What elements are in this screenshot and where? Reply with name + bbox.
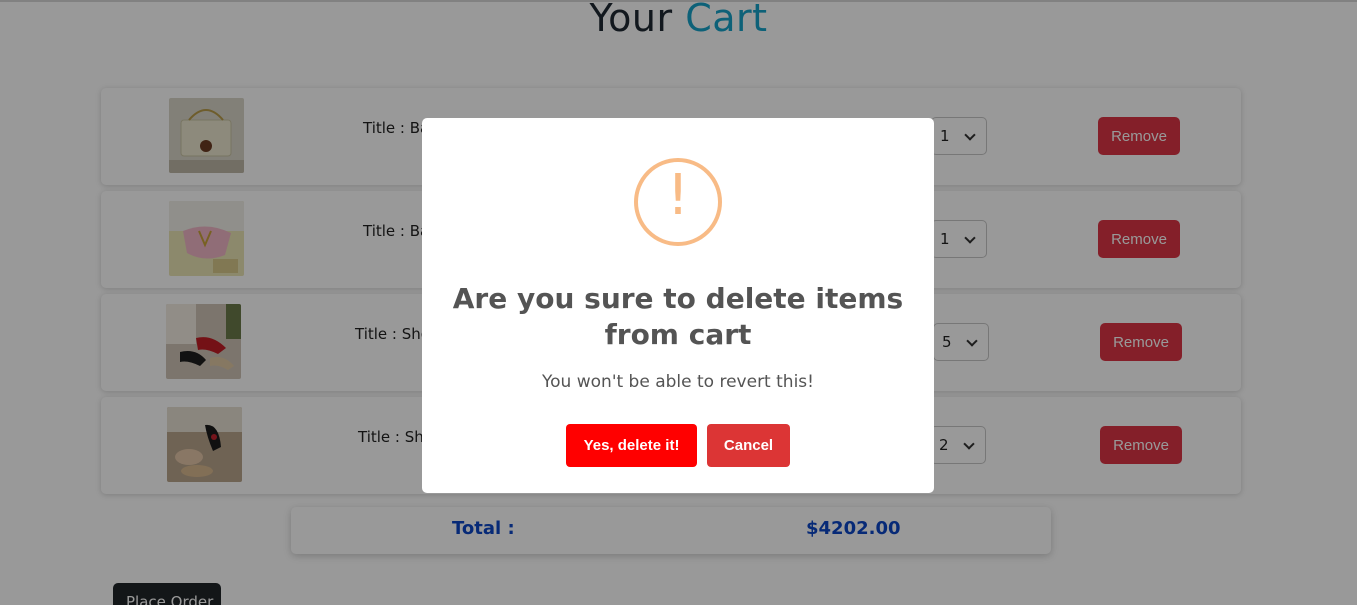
confirm-delete-button[interactable]: Yes, delete it! (566, 424, 697, 467)
cancel-button[interactable]: Cancel (707, 424, 790, 467)
exclamation-mark: ! (666, 163, 690, 228)
confirm-dialog: ! Are you sure to delete items from cart… (422, 118, 934, 493)
dialog-title: Are you sure to delete items from cart (452, 282, 904, 351)
dialog-text: You won't be able to revert this! (542, 372, 814, 392)
warning-icon: ! (634, 158, 722, 246)
